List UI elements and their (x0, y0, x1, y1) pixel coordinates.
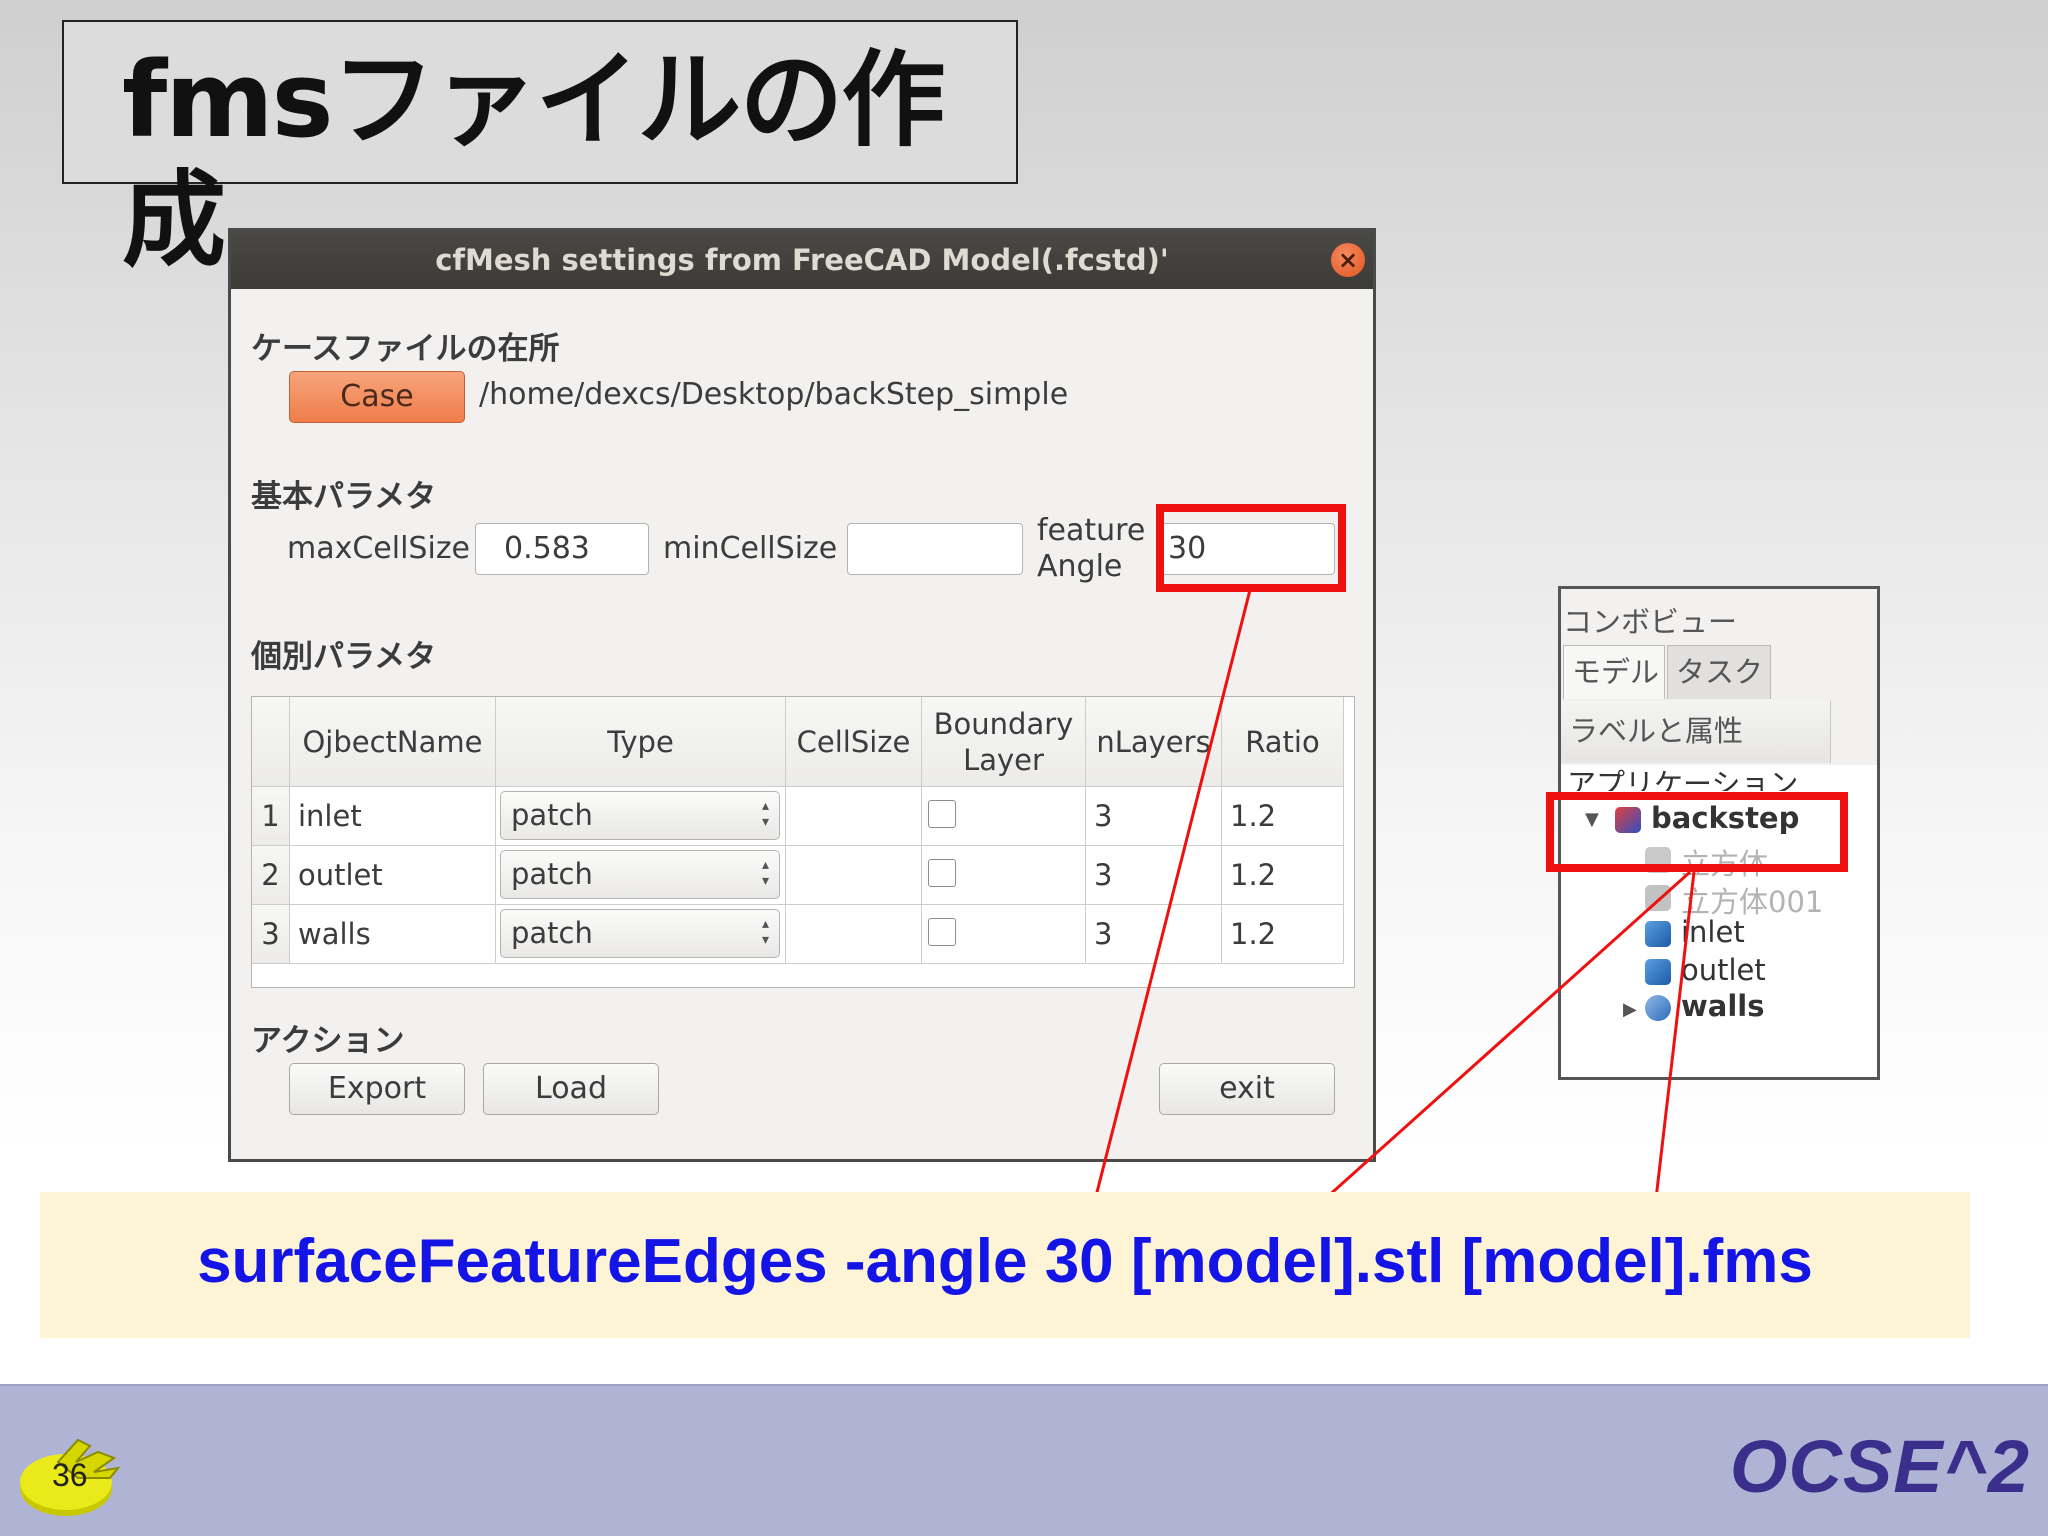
command-banner: surfaceFeatureEdges -angle 30 [model].st… (40, 1192, 1970, 1338)
min-cell-size-label: minCellSize (663, 531, 838, 566)
mesh-part-icon (1645, 921, 1671, 947)
slide-title-box: fmsファイルの作成 (62, 20, 1018, 280)
table-cell-n-layers[interactable]: 3 (1086, 846, 1222, 905)
table-cell-ratio[interactable]: 1.2 (1222, 787, 1344, 846)
command-text: surfaceFeatureEdges -angle 30 [model].st… (197, 1227, 1813, 1296)
column-header-type[interactable]: Type (496, 697, 786, 787)
feature-angle-label-line1: feature (1037, 513, 1146, 548)
column-header-n-layers[interactable]: nLayers (1086, 697, 1222, 787)
parameter-table: OjbectName Type CellSize Boundary Layer … (251, 696, 1355, 988)
table-cell-ratio[interactable]: 1.2 (1222, 846, 1344, 905)
max-cell-size-label: maxCellSize (287, 531, 471, 566)
label-attribute-header[interactable]: ラベルと属性 (1561, 701, 1831, 763)
feature-angle-label: feature Angle (1037, 513, 1145, 585)
row-number: 2 (252, 846, 290, 905)
column-header-boundary-layer-line2: Layer (963, 742, 1044, 777)
tree-application: アプリケーション (1567, 767, 1799, 791)
boundary-layer-checkbox[interactable] (928, 918, 956, 946)
case-location-heading: ケースファイルの在所 (251, 331, 560, 367)
mesh-part-icon (1645, 959, 1671, 985)
spin-arrows-icon: ▴ ▾ (761, 916, 769, 948)
group-icon (1645, 995, 1671, 1021)
brand-logo: OCSE^2 (1729, 1425, 2030, 1508)
table-cell-type: patch ▴ ▾ (496, 905, 786, 964)
table-cell-n-layers[interactable]: 3 (1086, 787, 1222, 846)
tab-task[interactable]: タスク (1667, 645, 1771, 699)
spin-arrows-icon: ▴ ▾ (761, 857, 769, 889)
type-select[interactable]: patch ▴ ▾ (500, 850, 780, 899)
type-select[interactable]: patch ▴ ▾ (500, 909, 780, 958)
type-select-value: patch (511, 857, 593, 891)
combo-view-title: コンボビュー (1563, 605, 1738, 639)
boundary-layer-checkbox[interactable] (928, 859, 956, 887)
dialog-titlebar[interactable]: cfMesh settings from FreeCAD Model(.fcst… (231, 231, 1373, 289)
tree-item-outlet[interactable]: outlet (1681, 953, 1766, 987)
table-cell-type: patch ▴ ▾ (496, 787, 786, 846)
case-path: /home/dexcs/Desktop/backStep_simple (479, 377, 1069, 412)
column-header-ratio[interactable]: Ratio (1222, 697, 1344, 787)
table-cell-cell-size[interactable] (786, 905, 922, 964)
dialog-title: cfMesh settings from FreeCAD Model(.fcst… (435, 243, 1169, 277)
type-select[interactable]: patch ▴ ▾ (500, 791, 780, 840)
tree-collapse-icon[interactable]: ▶ (1623, 999, 1637, 1020)
table-cell-cell-size[interactable] (786, 787, 922, 846)
spin-arrows-icon: ▴ ▾ (761, 798, 769, 830)
page-number: 36 (52, 1457, 88, 1493)
cfmesh-settings-dialog: cfMesh settings from FreeCAD Model(.fcst… (228, 228, 1376, 1162)
table-cell-boundary-layer (922, 846, 1086, 905)
column-header-boundary-layer-line1: Boundary (933, 706, 1074, 741)
actions-heading: アクション (251, 1023, 405, 1059)
column-header-boundary-layer[interactable]: Boundary Layer (922, 697, 1086, 787)
basic-params-heading: 基本パラメタ (251, 479, 437, 515)
min-cell-size-input[interactable] (847, 523, 1023, 575)
tree-item-inlet[interactable]: inlet (1681, 915, 1745, 949)
tab-model[interactable]: モデル (1563, 645, 1665, 699)
table-cell-boundary-layer (922, 787, 1086, 846)
backstep-highlight (1546, 792, 1848, 872)
exit-button[interactable]: exit (1159, 1063, 1335, 1115)
table-cell-boundary-layer (922, 905, 1086, 964)
feature-angle-label-line2: Angle (1037, 549, 1123, 584)
table-cell-type: patch ▴ ▾ (496, 846, 786, 905)
case-button[interactable]: Case (289, 371, 465, 423)
column-header-object-name[interactable]: OjbectName (290, 697, 496, 787)
table-cell-object-name[interactable]: outlet (290, 846, 496, 905)
table-cell-n-layers[interactable]: 3 (1086, 905, 1222, 964)
row-number: 3 (252, 905, 290, 964)
feature-angle-highlight (1156, 504, 1346, 592)
table-cell-ratio[interactable]: 1.2 (1222, 905, 1344, 964)
boundary-layer-checkbox[interactable] (928, 800, 956, 828)
max-cell-size-input[interactable]: 0.583 (475, 523, 649, 575)
individual-params-heading: 個別パラメタ (251, 639, 437, 675)
close-icon[interactable]: × (1331, 243, 1365, 277)
table-cell-object-name[interactable]: walls (290, 905, 496, 964)
tree-item-walls[interactable]: walls (1681, 989, 1765, 1023)
type-select-value: patch (511, 916, 593, 950)
column-header-cell-size[interactable]: CellSize (786, 697, 922, 787)
table-cell-object-name[interactable]: inlet (290, 787, 496, 846)
export-button[interactable]: Export (289, 1063, 465, 1115)
cube-icon (1645, 885, 1671, 911)
table-corner-header (252, 697, 290, 787)
table-cell-cell-size[interactable] (786, 846, 922, 905)
row-number: 1 (252, 787, 290, 846)
type-select-value: patch (511, 798, 593, 832)
load-button[interactable]: Load (483, 1063, 659, 1115)
